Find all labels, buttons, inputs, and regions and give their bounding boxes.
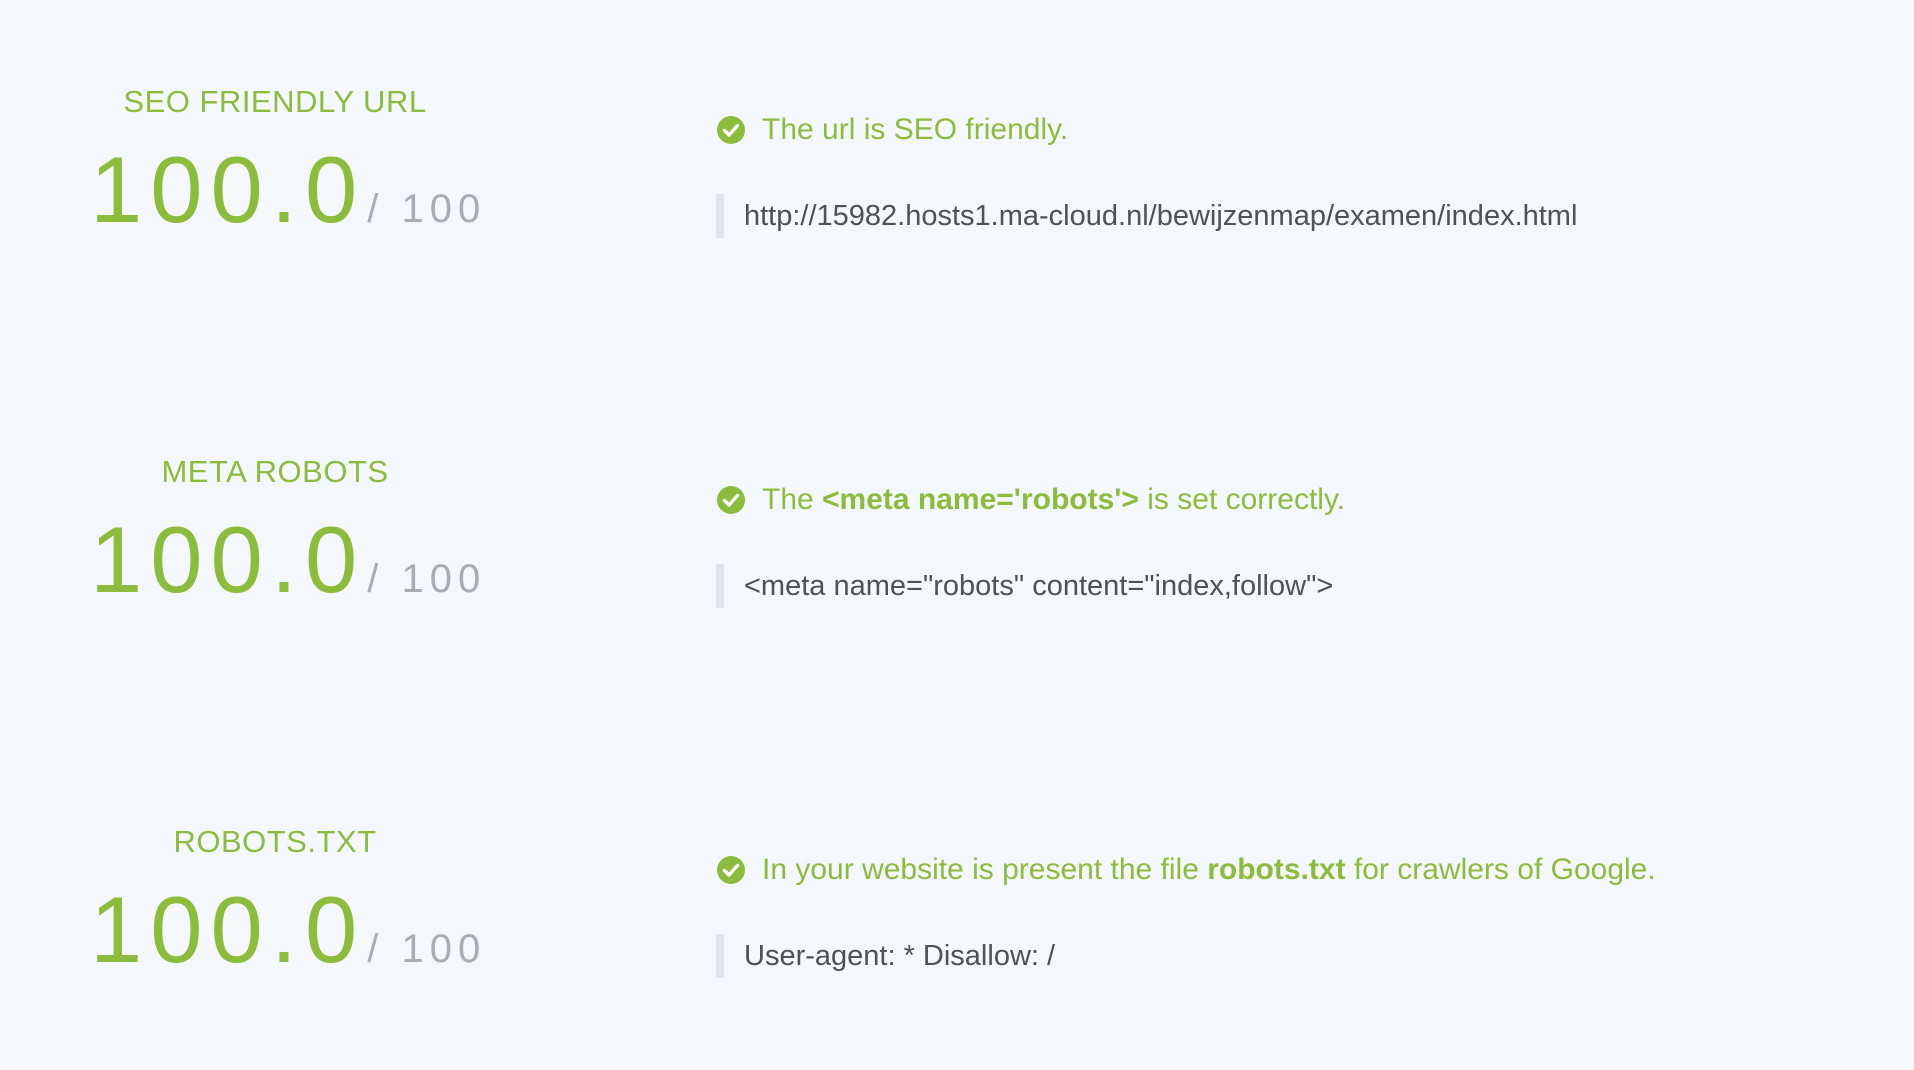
status-text: In your website is present the file robo… [762, 853, 1656, 887]
status-message: The url is SEO friendly. [716, 113, 1068, 147]
status-text-suffix: for crawlers of Google. [1345, 853, 1656, 886]
robots-txt-section: ROBOTS.TXT 100.0/ 100 In your website is… [0, 740, 1914, 1070]
section-title: ROBOTS.TXT [173, 824, 377, 859]
status-text-prefix: In your website is present the file [762, 853, 1208, 886]
score-max: / 100 [367, 187, 487, 231]
score-display: 100.0/ 100 [90, 136, 486, 244]
score-max: / 100 [367, 557, 487, 601]
code-block: http://15982.hosts1.ma-cloud.nl/bewijzen… [716, 194, 1577, 238]
status-text-prefix: The [762, 483, 823, 516]
check-circle-icon [717, 116, 745, 144]
score-value: 100.0 [90, 137, 366, 242]
check-circle-icon [717, 856, 745, 884]
status-text-prefix: The url is SEO friendly. [762, 113, 1069, 146]
meta-robots-section: META ROBOTS 100.0/ 100 The <meta name='r… [0, 370, 1914, 700]
seo-friendly-url-section: SEO FRIENDLY URL 100.0/ 100 The url is S… [0, 0, 1914, 330]
status-text-bold: robots.txt [1207, 853, 1346, 886]
section-title: SEO FRIENDLY URL [123, 84, 427, 119]
score-display: 100.0/ 100 [90, 506, 486, 614]
code-block: <meta name="robots" content="index,follo… [716, 564, 1333, 608]
status-text: The url is SEO friendly. [762, 113, 1068, 147]
section-title: META ROBOTS [161, 454, 389, 489]
score-value: 100.0 [90, 507, 366, 612]
status-message: In your website is present the file robo… [716, 853, 1656, 887]
status-text: The <meta name='robots'> is set correctl… [762, 483, 1345, 517]
status-text-bold: <meta name='robots'> [822, 483, 1139, 516]
check-circle-icon [717, 486, 745, 514]
score-value: 100.0 [90, 877, 366, 982]
status-text-suffix: is set correctly. [1138, 483, 1346, 516]
status-message: The <meta name='robots'> is set correctl… [716, 483, 1345, 517]
score-max: / 100 [367, 927, 487, 971]
score-display: 100.0/ 100 [90, 876, 486, 984]
code-block: User-agent: * Disallow: / [716, 934, 1055, 978]
